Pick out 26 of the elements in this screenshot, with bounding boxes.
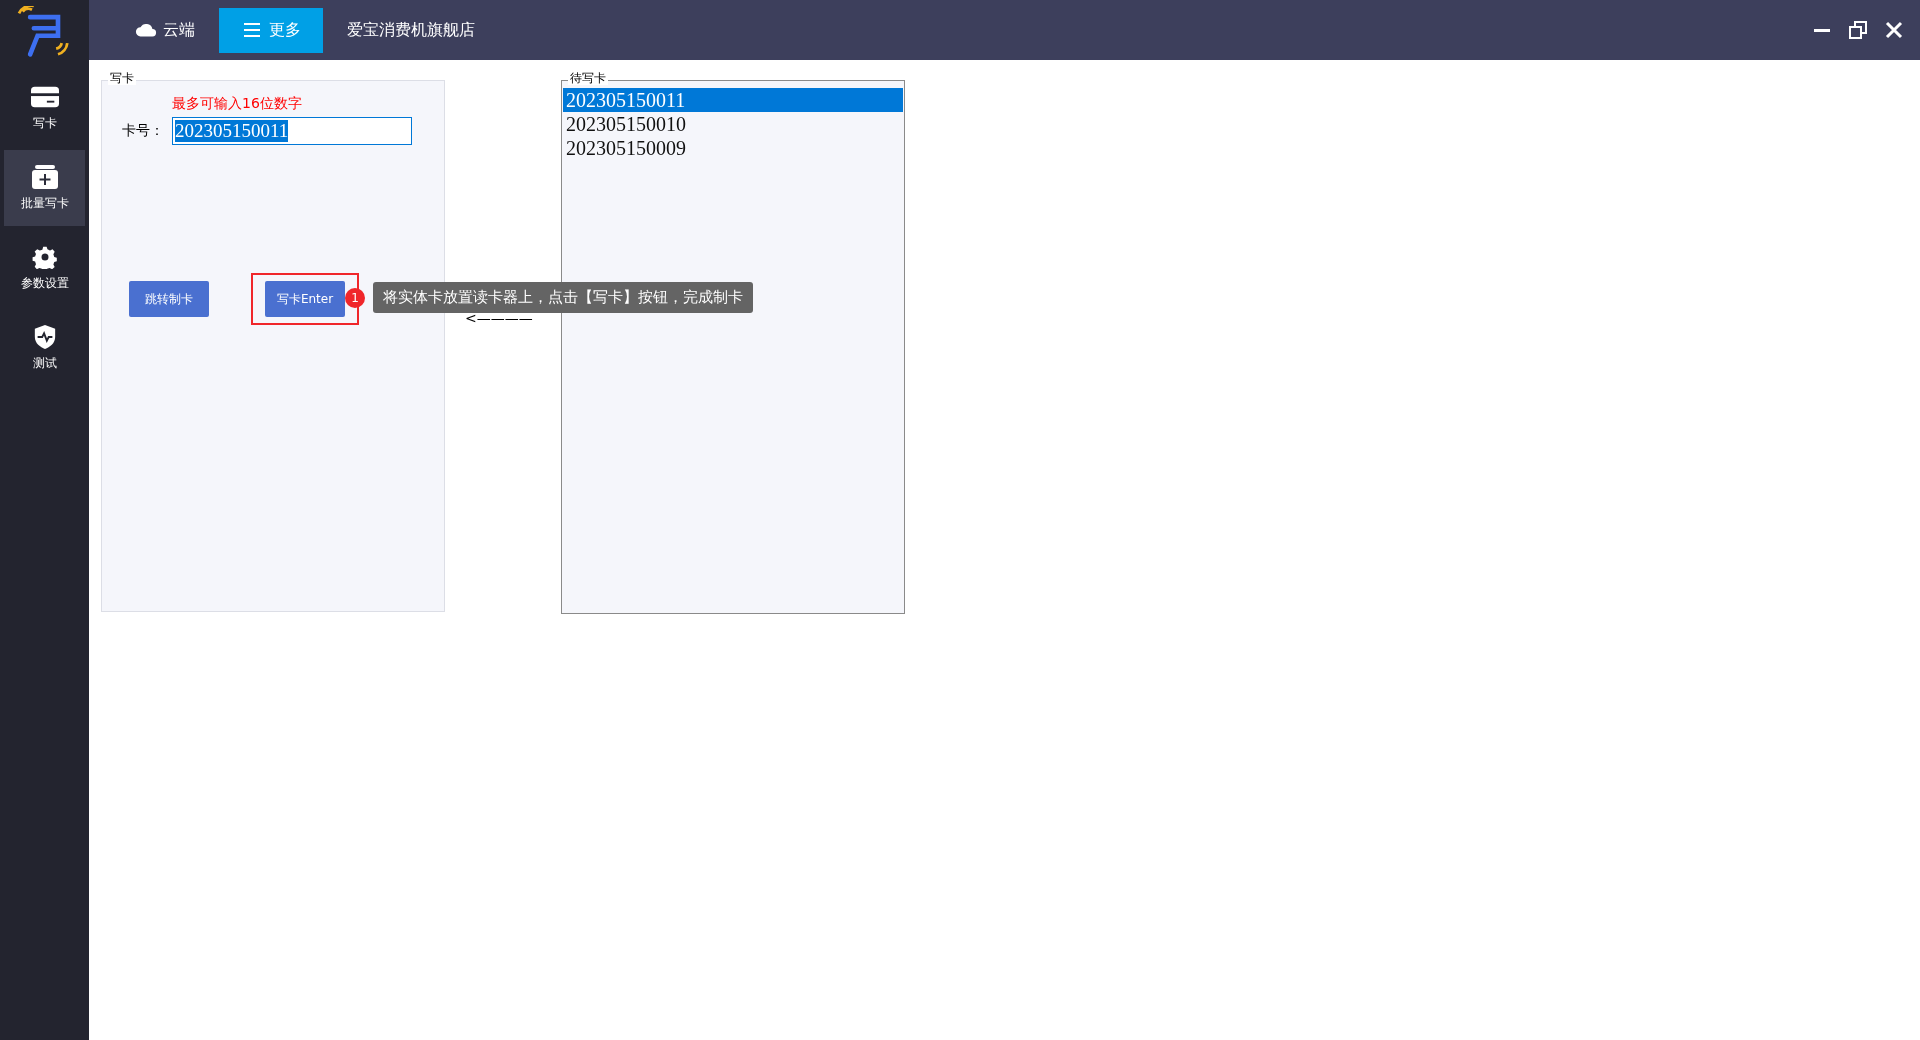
sidebar-item[interactable]: 写卡: [4, 70, 85, 146]
restore-icon[interactable]: [1848, 20, 1868, 40]
top-tab[interactable]: 云端: [119, 7, 211, 53]
settings-icon: [30, 244, 59, 269]
action-button[interactable]: 跳转制卡: [129, 281, 209, 317]
sidebar-item[interactable]: 参数设置: [4, 230, 85, 306]
panel-title: 待写卡: [568, 71, 608, 85]
card-icon: [30, 84, 59, 109]
cloud-icon: [135, 22, 157, 38]
menu-icon: [241, 22, 263, 38]
card-number-label: 卡号：: [122, 122, 165, 140]
list-item[interactable]: 202305150011: [563, 88, 903, 112]
arrow-text: <————: [465, 310, 533, 326]
list-item[interactable]: 202305150009: [563, 136, 903, 160]
list-item[interactable]: 202305150010: [563, 112, 903, 136]
sidebar-item[interactable]: 批量写卡: [4, 150, 85, 226]
input-hint: 最多可输入16位数字: [172, 95, 303, 113]
action-button[interactable]: 写卡Enter: [265, 281, 345, 317]
card-number-field[interactable]: 202305150011: [172, 117, 412, 145]
selected-text: 202305150011: [175, 120, 289, 142]
panel-title: 写卡: [108, 71, 136, 85]
close-icon[interactable]: [1884, 20, 1904, 40]
sidebar-item[interactable]: 测试: [4, 310, 85, 386]
top-tab[interactable]: 爱宝消费机旗舰店: [331, 7, 491, 53]
card-stack-plus-icon: [30, 164, 59, 189]
tooltip-text: 将实体卡放置读卡器上，点击【写卡】按钮，完成制卡: [373, 282, 753, 313]
